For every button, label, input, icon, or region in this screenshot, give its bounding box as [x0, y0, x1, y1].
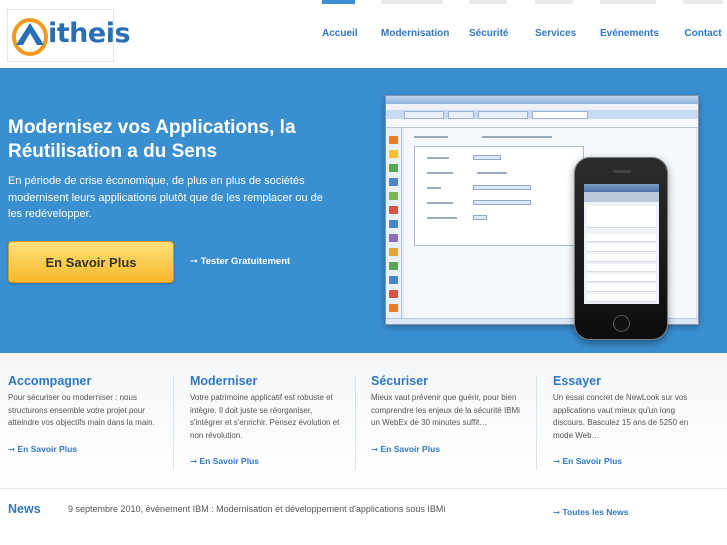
feature-link[interactable]: ➞ En Savoir Plus [190, 456, 259, 467]
feature-link[interactable]: ➞ En Savoir Plus [553, 456, 622, 467]
hero-title: Modernisez vos Applications, la Réutilis… [8, 117, 296, 162]
feature-text: Mieux vaut prévenir que guérir, pour bie… [371, 393, 520, 427]
learn-more-button[interactable]: En Savoir Plus [8, 241, 174, 283]
feature-link[interactable]: ➞ En Savoir Plus [8, 444, 77, 455]
features-section: Accompagner Pour sécuriser ou moderniser… [0, 353, 727, 488]
logo-text: itheis [48, 18, 131, 49]
news-label: News [8, 502, 41, 516]
smartphone-image [574, 157, 668, 340]
feature-securiser: Sécuriser Mieux vaut prévenir que guérir… [371, 353, 531, 488]
hero-text: En période de crise économique, de plus … [8, 175, 323, 220]
feature-moderniser: Moderniser Votre patrimoine applicatif e… [190, 353, 350, 488]
logo[interactable]: itheis [7, 9, 131, 62]
feature-title: Accompagner [8, 374, 92, 388]
site-header: itheis Accueil Modernisation Sécurité Se… [0, 0, 727, 68]
hero-banner: Modernisez vos Applications, la Réutilis… [0, 68, 727, 353]
nav-evenements[interactable]: Evénements [600, 0, 659, 68]
try-free-link[interactable]: ➞ Tester Gratuitement [190, 256, 290, 267]
logo-mark-icon [12, 18, 48, 56]
nav-services[interactable]: Services [535, 0, 576, 68]
feature-accompagner: Accompagner Pour sécuriser ou moderniser… [8, 353, 173, 488]
feature-text: Pour sécuriser ou moderniser : nous stru… [8, 393, 155, 427]
nav-securite[interactable]: Sécurité [469, 0, 508, 68]
feature-essayer: Essayer Un essai concret de NewLook sur … [553, 353, 713, 488]
news-item[interactable]: 9 septembre 2010, évènement IBM : Modern… [68, 504, 445, 514]
feature-text: Votre patrimoine applicatif est robuste … [190, 393, 340, 440]
all-news-link[interactable]: ➞ Toutes les News [553, 507, 628, 518]
news-bar: News 9 septembre 2010, évènement IBM : M… [0, 488, 727, 545]
feature-title: Sécuriser [371, 374, 428, 388]
feature-title: Moderniser [190, 374, 258, 388]
feature-link[interactable]: ➞ En Savoir Plus [371, 444, 440, 455]
feature-title: Essayer [553, 374, 601, 388]
nav-accueil[interactable]: Accueil [322, 0, 358, 68]
nav-modernisation[interactable]: Modernisation [381, 0, 449, 68]
feature-text: Un essai concret de NewLook sur vos appl… [553, 393, 689, 440]
nav-contact[interactable]: Contact [683, 0, 723, 68]
